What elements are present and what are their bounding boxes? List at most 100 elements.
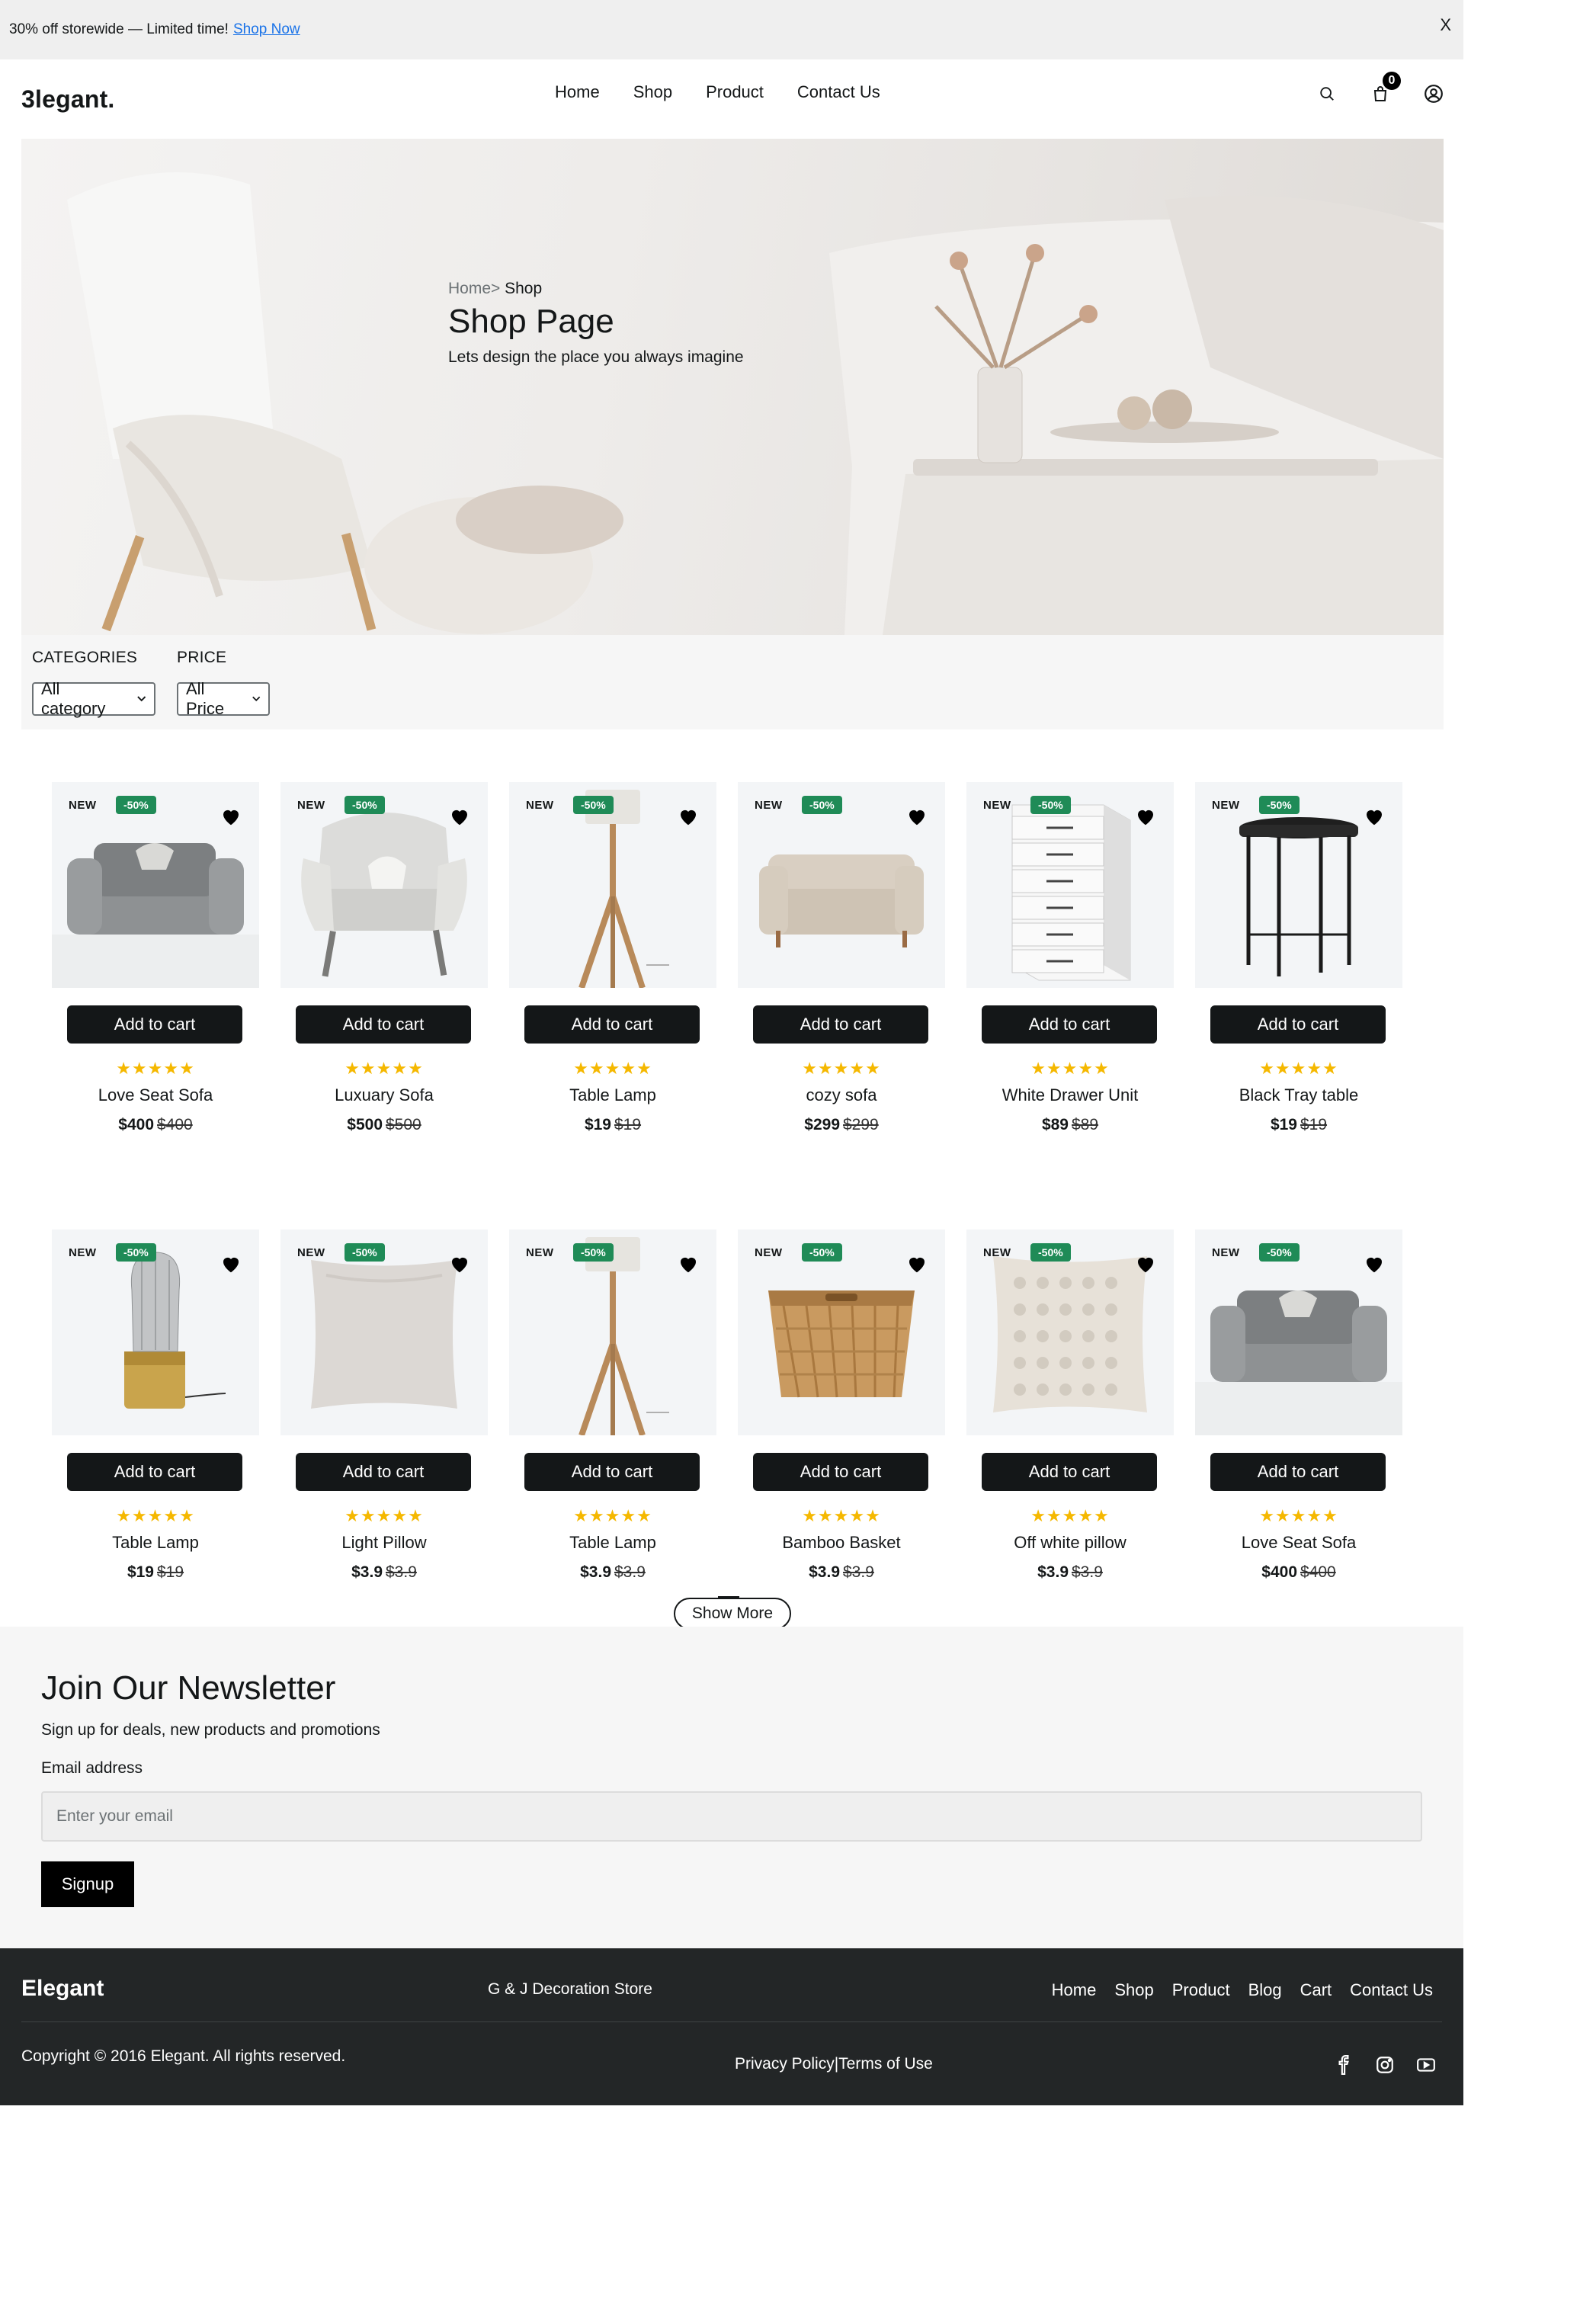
new-badge: NEW [1212, 1246, 1240, 1259]
product-image[interactable]: NEW -50% [738, 782, 945, 988]
product-image[interactable]: NEW -50% [52, 782, 259, 988]
product-card[interactable]: NEW -50% Add to cart ★★★★★ White Drawer Unit… [966, 782, 1174, 1133]
product-name[interactable]: Black Tray table [1195, 1085, 1402, 1105]
product-card[interactable]: NEW -50% Add to cart ★★★★★ Black Tray table $… [1195, 782, 1402, 1133]
add-to-cart-button[interactable]: Add to cart [753, 1453, 928, 1491]
account-icon[interactable] [1422, 82, 1445, 105]
heart-icon[interactable] [448, 805, 471, 828]
youtube-icon[interactable] [1416, 2055, 1436, 2075]
product-card[interactable]: NEW -50% Add to cart ★★★★★ Love Seat Sofa $40… [52, 782, 259, 1133]
instagram-icon[interactable] [1375, 2055, 1395, 2075]
product-name[interactable]: Love Seat Sofa [52, 1085, 259, 1105]
product-name[interactable]: Light Pillow [280, 1533, 488, 1553]
product-name[interactable]: Table Lamp [509, 1085, 716, 1105]
facebook-icon[interactable] [1334, 2055, 1354, 2075]
product-card[interactable]: NEW -50% Add to cart ★★★★★ Bamboo Basket $3.9… [738, 1230, 945, 1581]
heart-icon[interactable] [220, 805, 242, 828]
cart-icon[interactable]: 0 [1369, 72, 1401, 105]
heart-icon[interactable] [677, 805, 700, 828]
product-image[interactable]: NEW -50% [52, 1230, 259, 1435]
product-card[interactable]: NEW -50% Add to cart ★★★★★ Table Lamp $19 $19 [52, 1230, 259, 1581]
newsletter-section: Join Our Newsletter Sign up for deals, n… [0, 1627, 1463, 1948]
add-to-cart-button[interactable]: Add to cart [1210, 1453, 1386, 1491]
product-name[interactable]: Table Lamp [509, 1533, 716, 1553]
product-image[interactable]: NEW -50% [966, 782, 1174, 988]
product-image[interactable]: NEW -50% [738, 1230, 945, 1435]
show-more-button[interactable]: Show More [674, 1596, 791, 1630]
product-name[interactable]: Luxuary Sofa [280, 1085, 488, 1105]
privacy-policy-link[interactable]: Privacy Policy [735, 2055, 835, 2073]
footer-logo[interactable]: Elegant [21, 1976, 104, 2002]
search-icon[interactable] [1316, 82, 1338, 105]
footer-nav-product[interactable]: Product [1172, 1980, 1230, 2000]
product-name[interactable]: Love Seat Sofa [1195, 1533, 1402, 1553]
footer-nav-blog[interactable]: Blog [1248, 1980, 1282, 2000]
product-image[interactable]: NEW -50% [1195, 782, 1402, 988]
current-price: $19 [584, 1116, 611, 1133]
site-logo[interactable]: 3legant. [21, 85, 115, 114]
nav-contact-us[interactable]: Contact Us [797, 82, 880, 102]
add-to-cart-button[interactable]: Add to cart [1210, 1005, 1386, 1044]
add-to-cart-button[interactable]: Add to cart [67, 1453, 242, 1491]
product-image[interactable]: NEW -50% [280, 782, 488, 988]
product-name[interactable]: Table Lamp [52, 1533, 259, 1553]
product-image[interactable]: NEW -50% [509, 782, 716, 988]
product-name[interactable]: Off white pillow [966, 1533, 1174, 1553]
product-card[interactable]: NEW -50% Add to cart ★★★★★ Off white pillow $… [966, 1230, 1174, 1581]
promo-shop-now-link[interactable]: Shop Now [233, 21, 300, 38]
terms-of-use-link[interactable]: Terms of Use [838, 2055, 933, 2073]
heart-icon[interactable] [220, 1252, 242, 1275]
heart-icon[interactable] [1134, 1252, 1157, 1275]
add-to-cart-button[interactable]: Add to cart [524, 1453, 700, 1491]
footer-nav-home[interactable]: Home [1052, 1980, 1097, 2000]
product-card[interactable]: NEW -50% Add to cart ★★★★★ Table Lamp $3.9 $3.… [509, 1230, 716, 1581]
heart-icon[interactable] [1363, 805, 1386, 828]
footer-nav-cart[interactable]: Cart [1300, 1980, 1332, 2000]
nav-product[interactable]: Product [706, 82, 764, 102]
footer-nav-contact-us[interactable]: Contact Us [1350, 1980, 1433, 2000]
nav-home[interactable]: Home [555, 82, 600, 102]
category-select-value: All category [41, 679, 106, 718]
email-field[interactable]: Enter your email [41, 1791, 1422, 1842]
price-label: PRICE [177, 649, 227, 666]
add-to-cart-button[interactable]: Add to cart [982, 1453, 1157, 1491]
heart-icon[interactable] [1363, 1252, 1386, 1275]
product-card[interactable]: NEW -50% Add to cart ★★★★★ cozy sofa $299 $299 [738, 782, 945, 1133]
promo-close-button[interactable]: X [1440, 15, 1451, 35]
product-card[interactable]: NEW -50% Add to cart ★★★★★ Love Seat Sofa $40… [1195, 1230, 1402, 1581]
product-card[interactable]: NEW -50% Add to cart ★★★★★ Light Pillow $3.9 $… [280, 1230, 488, 1581]
product-card[interactable]: NEW -50% Add to cart ★★★★★ Luxuary Sofa $500 $… [280, 782, 488, 1133]
category-select[interactable]: All category [32, 679, 155, 718]
product-card[interactable]: NEW -50% Add to cart ★★★★★ Table Lamp $19 $19 [509, 782, 716, 1133]
price-select[interactable]: All Price [177, 679, 270, 718]
breadcrumb-home[interactable]: Home> [448, 280, 500, 297]
add-to-cart-button[interactable]: Add to cart [524, 1005, 700, 1044]
product-name[interactable]: White Drawer Unit [966, 1085, 1174, 1105]
current-price: $400 [1261, 1563, 1297, 1581]
heart-icon[interactable] [448, 1252, 471, 1275]
product-image[interactable]: NEW -50% [280, 1230, 488, 1435]
product-image[interactable]: NEW -50% [1195, 1230, 1402, 1435]
product-image[interactable]: NEW -50% [966, 1230, 1174, 1435]
product-name[interactable]: cozy sofa [738, 1085, 945, 1105]
add-to-cart-button[interactable]: Add to cart [982, 1005, 1157, 1044]
discount-badge: -50% [802, 1243, 842, 1262]
current-price: $299 [804, 1116, 840, 1133]
product-name[interactable]: Bamboo Basket [738, 1533, 945, 1553]
add-to-cart-button[interactable]: Add to cart [753, 1005, 928, 1044]
heart-icon[interactable] [677, 1252, 700, 1275]
add-to-cart-button[interactable]: Add to cart [296, 1005, 471, 1044]
cart-count-badge: 0 [1383, 72, 1401, 90]
discount-badge: -50% [802, 796, 842, 814]
add-to-cart-button[interactable]: Add to cart [296, 1453, 471, 1491]
signup-button[interactable]: Signup [41, 1861, 134, 1907]
nav-shop[interactable]: Shop [633, 82, 672, 102]
discount-badge: -50% [1030, 1243, 1071, 1262]
heart-icon[interactable] [1134, 805, 1157, 828]
heart-icon[interactable] [905, 1252, 928, 1275]
product-image[interactable]: NEW -50% [509, 1230, 716, 1435]
footer-nav-shop[interactable]: Shop [1114, 1980, 1153, 2000]
heart-icon[interactable] [905, 805, 928, 828]
breadcrumb-current: Shop [500, 280, 543, 297]
add-to-cart-button[interactable]: Add to cart [67, 1005, 242, 1044]
